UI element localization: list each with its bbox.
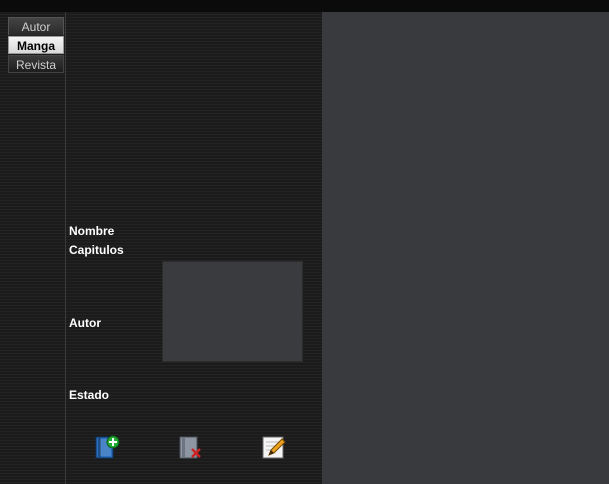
tab-bar: Autor Manga Revista <box>8 12 64 484</box>
tab-autor[interactable]: Autor <box>8 17 64 35</box>
tab-manga[interactable]: Manga <box>8 36 64 54</box>
pencil-edit-icon <box>262 436 286 459</box>
delete-button[interactable] <box>177 434 203 460</box>
autor-list[interactable] <box>162 261 303 362</box>
book-delete-icon <box>179 436 201 459</box>
book-add-icon <box>95 435 120 459</box>
tab-divider <box>65 12 66 484</box>
autor-label: Autor <box>69 316 101 330</box>
tab-revista[interactable]: Revista <box>8 55 64 73</box>
app-window: Autor Manga Revista Nombre Capitulos Aut… <box>0 0 609 484</box>
estado-label: Estado <box>69 388 110 402</box>
detail-panel <box>322 12 609 484</box>
edit-button[interactable] <box>261 434 287 460</box>
capitulos-label: Capitulos <box>69 243 124 257</box>
nombre-label: Nombre <box>69 224 115 238</box>
add-button[interactable] <box>94 434 120 460</box>
